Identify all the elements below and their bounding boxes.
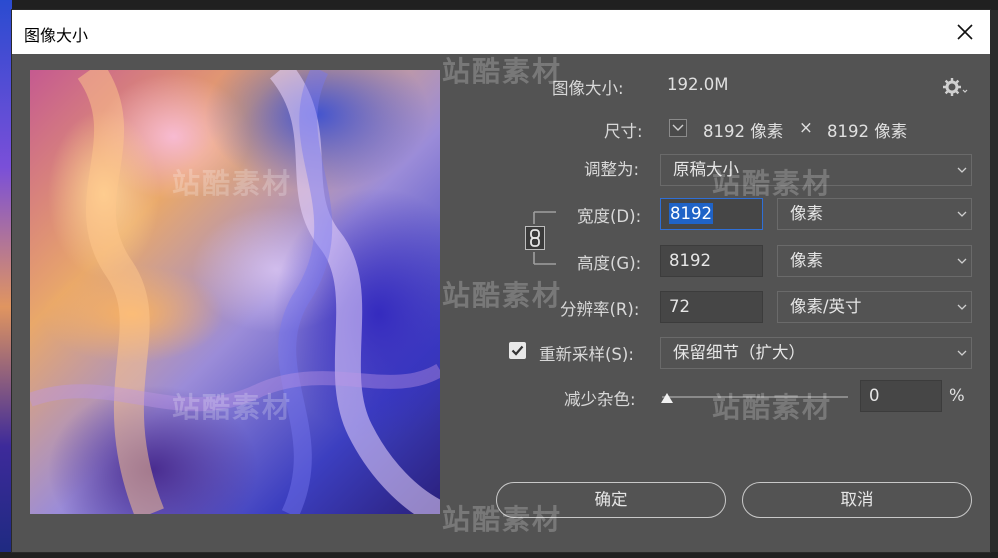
watermark: 站酷素材 (172, 391, 293, 424)
image-size-label: 图像大小: (552, 79, 624, 98)
resample-method-value: 保留细节（扩大） (673, 343, 805, 362)
dimensions-label: 尺寸: (604, 122, 643, 141)
constrain-proportions-button[interactable] (525, 226, 545, 250)
image-size-dialog: 图像大小 图像大小: 192.0M 尺寸: 8192 像素 × 8192 像素 … (12, 10, 990, 552)
chevron-down-icon (957, 211, 967, 217)
noise-label: 减少杂色: (564, 390, 636, 409)
width-value: 8192 (669, 203, 713, 224)
resample-label: 重新采样(S): (539, 345, 634, 364)
checkmark-icon (511, 345, 524, 356)
chevron-down-icon (957, 350, 967, 356)
resolution-input[interactable]: 72 (660, 291, 763, 323)
dimensions-times: × (799, 118, 813, 137)
app-top-strip (0, 0, 998, 10)
background-canvas-edge (0, 0, 12, 558)
image-preview[interactable] (30, 70, 440, 514)
gear-icon (943, 78, 968, 96)
height-label: 高度(G): (577, 254, 642, 273)
chevron-down-icon (672, 124, 684, 131)
watermark: 站酷素材 (442, 55, 563, 88)
noise-value: 0 (869, 386, 880, 405)
resolution-unit-value: 像素/英寸 (790, 297, 862, 316)
resample-method-select[interactable]: 保留细节（扩大） (660, 337, 972, 369)
height-input[interactable]: 8192 (660, 245, 763, 277)
watermark: 站酷素材 (442, 279, 563, 312)
watermark: 站酷素材 (712, 167, 833, 200)
dialog-title: 图像大小 (24, 26, 89, 45)
close-button[interactable] (948, 16, 982, 48)
link-icon (530, 229, 540, 247)
watermark: 站酷素材 (172, 167, 293, 200)
noise-slider-thumb[interactable] (660, 389, 674, 403)
chevron-down-icon (957, 167, 967, 173)
dialog-titlebar: 图像大小 (12, 10, 990, 54)
watermark: 站酷素材 (712, 391, 833, 424)
width-input[interactable]: 8192 (660, 198, 763, 230)
image-size-value: 192.0M (667, 75, 729, 94)
app-bottom-strip (0, 552, 998, 558)
preview-swirls (30, 70, 440, 514)
dimensions-dropdown-toggle[interactable] (669, 119, 687, 137)
watermark: 站酷素材 (442, 503, 563, 536)
resolution-unit-select[interactable]: 像素/英寸 (777, 291, 972, 323)
height-value: 8192 (669, 251, 711, 270)
height-unit-select[interactable]: 像素 (777, 245, 972, 277)
chevron-down-icon (957, 304, 967, 310)
dimensions-height: 8192 像素 (827, 122, 908, 141)
width-label: 宽度(D): (577, 207, 642, 226)
settings-button[interactable] (942, 76, 968, 102)
resolution-label: 分辨率(R): (560, 300, 640, 319)
close-icon (957, 24, 973, 40)
width-unit-select[interactable]: 像素 (777, 198, 972, 230)
right-panel-edge (990, 10, 998, 558)
width-unit-value: 像素 (790, 204, 823, 223)
chevron-down-icon (957, 258, 967, 264)
fit-to-label: 调整为: (584, 160, 640, 179)
height-unit-value: 像素 (790, 251, 823, 270)
slider-thumb-icon (661, 393, 673, 403)
noise-input[interactable]: 0 (860, 380, 942, 412)
resolution-value: 72 (669, 297, 690, 316)
cancel-button[interactable]: 取消 (742, 482, 972, 518)
noise-unit: % (949, 386, 965, 405)
resample-checkbox[interactable] (509, 342, 526, 359)
dimensions-width: 8192 像素 (703, 122, 784, 141)
